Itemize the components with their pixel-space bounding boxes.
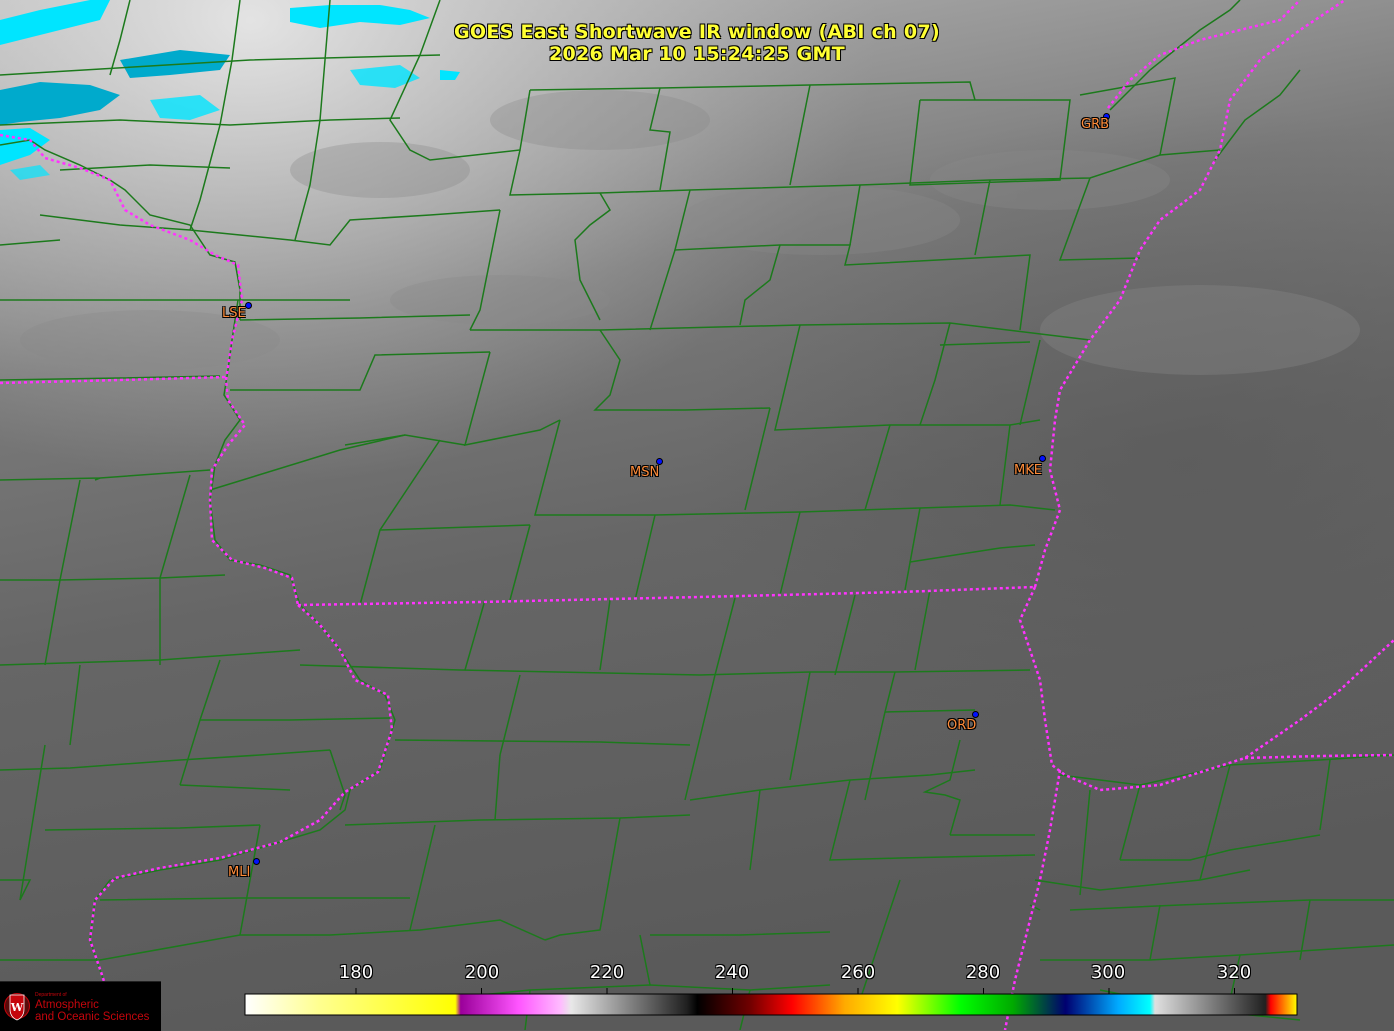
colorbar-gradient [244, 993, 1298, 1016]
station-dot-mke [1040, 456, 1045, 461]
colorbar-label-280: 280 [965, 962, 1001, 983]
colorbar-label-260: 260 [840, 962, 876, 983]
station-label-mli: MLI [228, 865, 251, 880]
colorbar-label-320: 320 [1216, 962, 1252, 983]
aos-logo: W Department of Atmospheric and Oceanic … [0, 981, 161, 1031]
map-title: GOES East Shortwave IR window (ABI ch 07… [454, 21, 940, 43]
satellite-map [0, 0, 1394, 1030]
station-dot-mli [254, 859, 259, 864]
logo-shield-letter: W [10, 1001, 24, 1014]
colorbar-label-180: 180 [338, 962, 374, 983]
colorbar-label-200: 200 [464, 962, 500, 983]
logo-line-2: and Oceanic Sciences [35, 1011, 150, 1023]
station-dot-ord [973, 712, 978, 717]
map-timestamp: 2026 Mar 10 15:24:25 GMT [548, 43, 846, 65]
logo-department-text: Department of [35, 992, 67, 998]
uw-crest-icon: W [4, 993, 30, 1021]
logo-line-1: Atmospheric [35, 999, 99, 1011]
station-label-msn: MSN [630, 465, 660, 480]
station-label-mke: MKE [1014, 463, 1042, 478]
lake-michigan-shade [0, 0, 1394, 1030]
colorbar-label-300: 300 [1090, 962, 1126, 983]
station-dot-msn [657, 459, 662, 464]
station-label-lse: LSE [222, 306, 246, 321]
colorbar-label-240: 240 [714, 962, 750, 983]
station-label-grb: GRB [1081, 117, 1110, 132]
station-label-ord: ORD [947, 718, 977, 733]
colorbar-label-220: 220 [589, 962, 625, 983]
station-dot-lse [246, 303, 251, 308]
